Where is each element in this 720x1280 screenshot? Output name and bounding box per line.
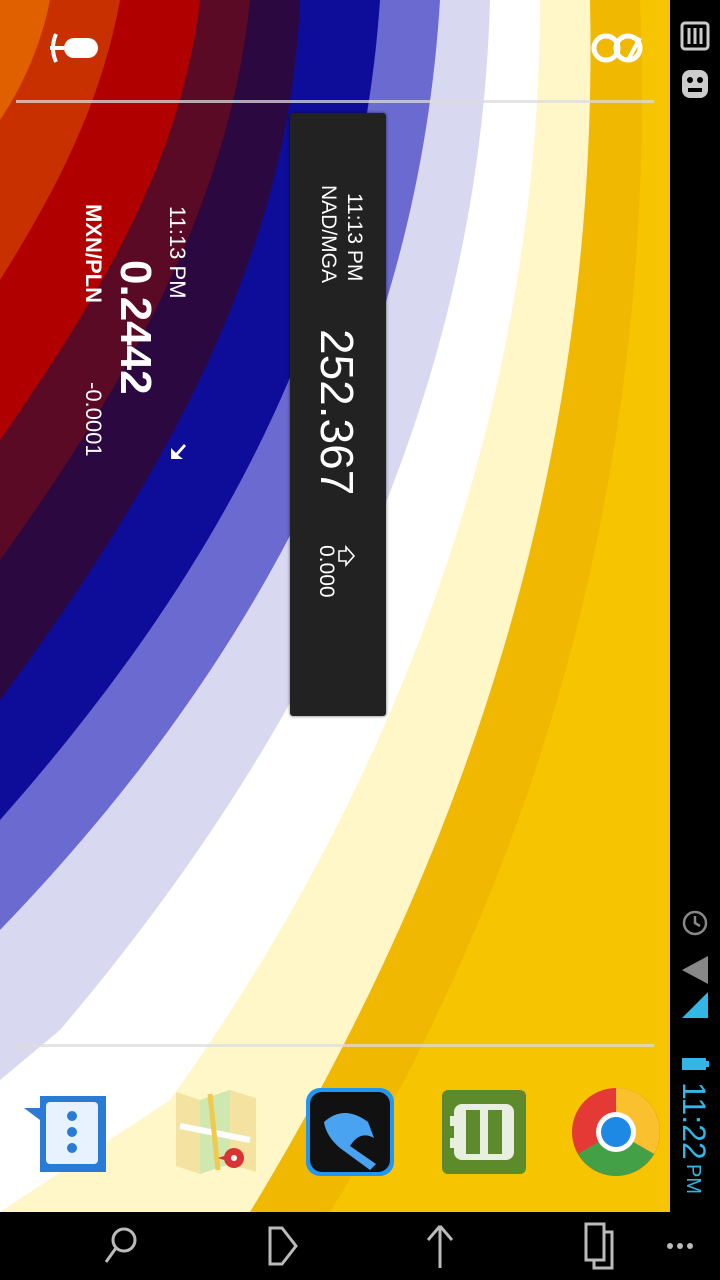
signal-icon [670,988,720,1022]
widget-rate: 0.2442 [111,260,160,395]
alarm-clock-icon [670,906,720,940]
recents-icon[interactable] [570,1220,630,1272]
card-rate: 252.367 [311,329,363,496]
dock-divider [16,1044,654,1047]
google-search-icon[interactable] [588,24,648,72]
currency-widget-mxn-pln[interactable]: 11:13 PM 0.2442 MXN/PLN -0.0001 [70,190,200,480]
google-search-bar[interactable] [16,0,656,100]
status-time: 11:22 [676,1082,712,1160]
voice-search-icon[interactable] [48,28,100,68]
search-bar-divider [16,100,654,103]
widget-time: 11:13 PM [165,206,190,299]
menu-icon[interactable] [650,1220,710,1272]
home-icon[interactable] [410,1220,470,1272]
chrome-app-icon[interactable] [570,1086,662,1178]
navigation-bar [0,1212,720,1280]
status-ampm: PM [682,1164,704,1194]
bus-transit-app-icon[interactable] [438,1086,530,1178]
maps-app-icon[interactable] [170,1086,262,1178]
notification-card-icon[interactable] [670,18,720,54]
status-bar: 48 [670,0,720,1212]
arrow-down-left-icon [168,440,190,462]
back-icon[interactable] [252,1220,312,1272]
wifi-icon [670,950,720,990]
widget-change: -0.0001 [81,382,106,457]
arrow-down-outline-icon [336,544,356,568]
card-pair: NAD/MGA [317,185,340,284]
messaging-app-icon[interactable] [20,1086,112,1178]
phone-app-icon[interactable] [304,1086,396,1178]
card-change: 0.000 [315,545,338,598]
dock [0,1070,670,1200]
card-time: 11:13 PM [343,193,366,282]
search-icon[interactable] [90,1220,150,1272]
battery-charging-icon [670,1052,720,1076]
currency-widget-nad-mga[interactable]: 11:13 PM NAD/MGA 252.367 0.000 [290,113,386,716]
android-robot-icon[interactable] [670,64,720,104]
widget-pair: MXN/PLN [81,204,106,303]
